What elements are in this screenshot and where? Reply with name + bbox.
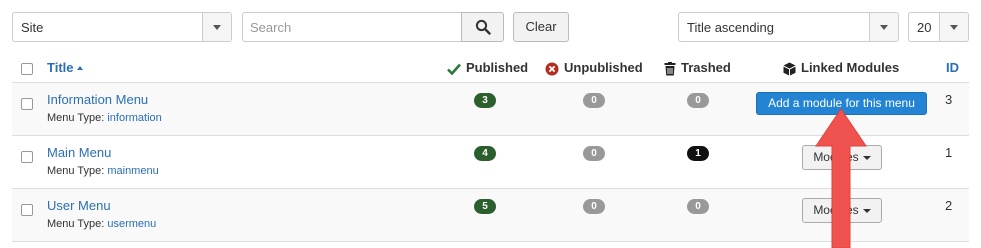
search-input[interactable]: Search (242, 12, 462, 42)
trashed-column-label: Trashed (681, 60, 731, 75)
sort-select[interactable]: Title ascending (678, 12, 899, 42)
times-circle-icon (545, 62, 559, 76)
site-select-value: Site (21, 20, 44, 35)
menu-type-line: Menu Type: usermenu (47, 218, 156, 230)
unpublished-count-badge[interactable]: 0 (583, 199, 605, 214)
published-count-badge[interactable]: 5 (474, 199, 496, 214)
limit-select-toggle[interactable] (939, 13, 968, 41)
filter-toolbar: Site Search Clear Title ascending 20 (12, 12, 969, 42)
published-column-header: Published (447, 60, 528, 75)
trashed-count-badge[interactable]: 0 (687, 93, 709, 108)
menu-title-link[interactable]: Information Menu (47, 92, 148, 107)
annotation-arrow-icon (815, 108, 867, 248)
title-column-label: Title (47, 60, 74, 75)
trashed-count-badge[interactable]: 0 (687, 199, 709, 214)
linked-modules-column-header: Linked Modules (783, 60, 899, 76)
linked-modules-column-label: Linked Modules (801, 60, 900, 75)
check-icon (447, 63, 461, 75)
id-column-sort[interactable]: ID (946, 60, 959, 75)
menu-type-link[interactable]: mainmenu (107, 165, 158, 177)
title-column-sort[interactable]: Title (47, 60, 83, 75)
sort-select-value: Title ascending (687, 20, 774, 35)
menu-type-label: Menu Type: (47, 218, 105, 230)
menu-type-line: Menu Type: information (47, 112, 162, 124)
chevron-down-icon (213, 25, 221, 30)
unpublished-count-badge[interactable]: 0 (583, 93, 605, 108)
published-count-badge[interactable]: 4 (474, 146, 496, 161)
chevron-down-icon (880, 25, 888, 30)
menu-type-link[interactable]: usermenu (107, 218, 156, 230)
unpublished-count-badge[interactable]: 0 (583, 146, 605, 161)
menu-type-label: Menu Type: (47, 112, 105, 124)
row-id: 3 (945, 92, 953, 107)
chevron-down-icon (950, 25, 958, 30)
unpublished-column-header: Unpublished (545, 60, 643, 76)
menu-type-label: Menu Type: (47, 165, 105, 177)
published-column-label: Published (466, 60, 529, 75)
trash-icon (664, 61, 676, 76)
menu-type-link[interactable]: information (107, 112, 161, 124)
search-icon (475, 19, 491, 35)
table-header: Title Published Unpublished Trashed Link… (12, 52, 969, 83)
sort-select-toggle[interactable] (869, 13, 898, 41)
site-select-toggle[interactable] (202, 13, 231, 41)
menu-type-line: Menu Type: mainmenu (47, 165, 159, 177)
site-select[interactable]: Site (12, 12, 232, 42)
row-checkbox[interactable] (21, 204, 33, 216)
unpublished-column-label: Unpublished (564, 60, 643, 75)
select-all-checkbox[interactable] (21, 63, 33, 75)
limit-select-value: 20 (917, 20, 932, 35)
published-count-badge[interactable]: 3 (474, 93, 496, 108)
search-placeholder: Search (250, 20, 292, 35)
clear-button[interactable]: Clear (513, 12, 569, 42)
menu-title-link[interactable]: Main Menu (47, 145, 111, 160)
row-checkbox[interactable] (21, 98, 33, 110)
row-checkbox[interactable] (21, 151, 33, 163)
search-button[interactable] (461, 12, 504, 42)
trashed-count-badge[interactable]: 1 (687, 146, 709, 161)
sort-asc-icon (76, 65, 83, 70)
trashed-column-header: Trashed (664, 60, 731, 76)
row-id: 2 (945, 198, 953, 213)
limit-select[interactable]: 20 (908, 12, 969, 42)
menu-title-link[interactable]: User Menu (47, 198, 111, 213)
cube-icon (783, 62, 796, 76)
row-id: 1 (945, 145, 953, 160)
